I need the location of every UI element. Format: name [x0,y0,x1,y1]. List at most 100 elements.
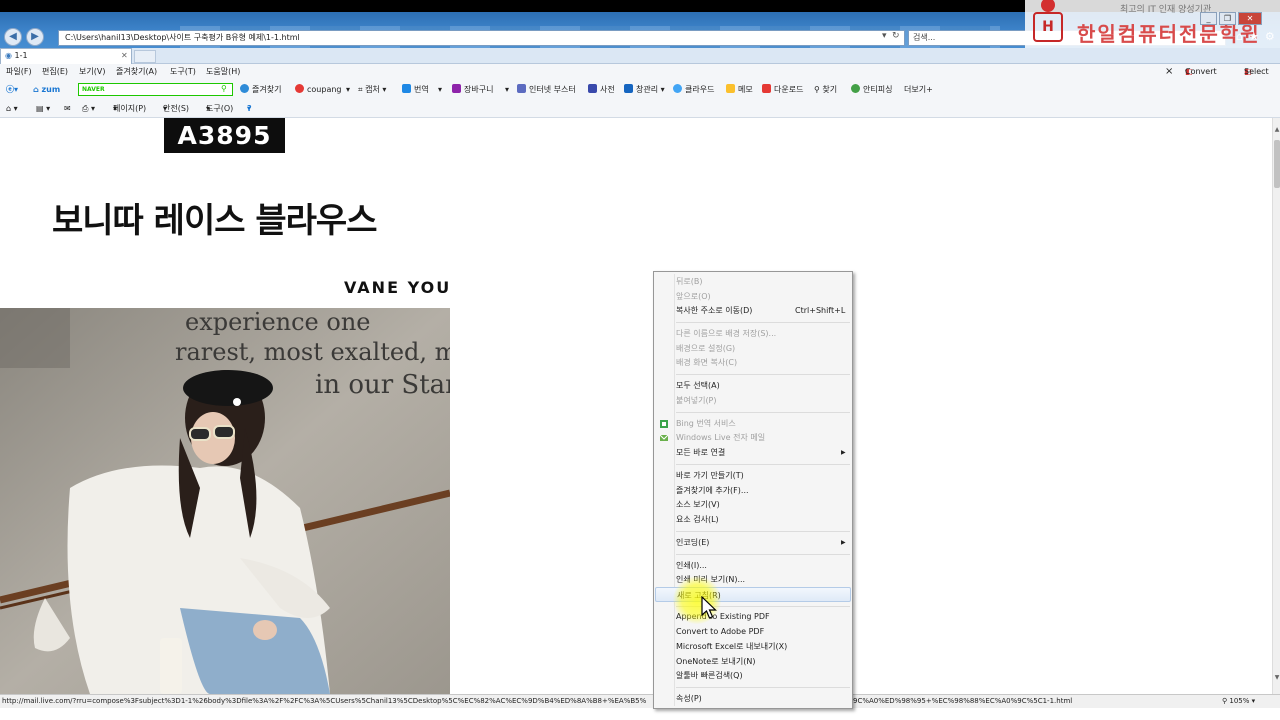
ctx-back[interactable]: 뒤로(B) [655,274,851,289]
feeds-icon[interactable]: ▤ ▾ [36,99,50,118]
fav-label: 메모 [738,85,753,94]
bottom-edge [0,708,1280,720]
ctx-select-all[interactable]: 모두 선택(A) [655,378,851,393]
convert-button[interactable]: ◧ Convert ▾ [1185,64,1217,80]
refresh-icon[interactable]: ↻ [892,31,900,41]
ctx-go-to-copied-address[interactable]: 복사한 주소로 이동(D) Ctrl+Shift+L [655,303,851,318]
ctx-all-accelerators[interactable]: 모든 바로 연결 ▶ [655,445,851,460]
help-icon[interactable]: ? ▾ [247,99,252,118]
close-bar-icon[interactable]: × [1165,64,1173,80]
page-icon: ◉ [5,51,15,60]
back-icon[interactable]: ◀ [4,28,22,46]
menu-help[interactable]: 도움말(H) [206,64,240,80]
menu-favorites[interactable]: 즐겨찾기(A) [116,64,157,80]
ctx-copy-background[interactable]: 배경 화면 복사(C) [655,355,851,370]
tools-menu-label: 도구(O) [206,104,234,113]
submenu-arrow-icon: ▶ [841,539,846,546]
scroll-down-icon[interactable]: ▼ [1273,674,1280,681]
home-icon[interactable]: ⌂ [1236,30,1243,43]
ctx-forward[interactable]: 앞으로(O) [655,289,851,304]
fav-find[interactable]: ⚲ 찾기 [814,80,837,99]
ctx-encoding[interactable]: 인코딩(E) ▶ [655,535,851,550]
ctx-print[interactable]: 인쇄(I)... [655,558,851,573]
fav-dictionary[interactable]: 사전 [588,80,615,99]
convert-label: Convert [1185,67,1217,76]
watermark-subtitle: 최고의 IT 인재 양성기관 [1120,5,1212,15]
fav-download[interactable]: 다운로드 [762,80,803,99]
favorites-star-icon[interactable]: ★ [1249,30,1259,43]
ctx-convert-pdf[interactable]: Convert to Adobe PDF [655,624,851,639]
separator [676,374,850,375]
fav-coupang[interactable]: coupang [295,80,342,99]
tab-active[interactable]: ◉ 1-1 ✕ [0,48,132,64]
minimize-button[interactable]: _ [1200,12,1217,25]
separator [676,412,850,413]
address-dropdown-icon[interactable]: ▾ [882,31,887,41]
dictionary-icon [588,84,597,93]
new-tab-button[interactable] [134,50,156,63]
context-menu: 뒤로(B) 앞으로(O) 복사한 주소로 이동(D) Ctrl+Shift+L 다… [653,271,853,709]
scroll-up-icon[interactable]: ▲ [1273,126,1280,133]
fav-memo[interactable]: 메모 [726,80,753,99]
safety-menu[interactable]: 안전(S) ▾ [163,99,189,118]
menu-edit[interactable]: 편집(E) [42,64,68,80]
forward-icon[interactable]: ▶ [26,28,44,46]
restore-button[interactable]: ❐ [1219,12,1236,25]
ctx-label: 인코딩(E) [676,538,710,547]
dropdown-icon[interactable]: ▾ [505,80,509,99]
fav-label: 캡처 [365,85,380,94]
fav-antiphishing[interactable]: 안티피싱 [851,80,892,99]
menu-tools[interactable]: 도구(T) [170,64,196,80]
fav-label: 장바구니 [464,85,494,94]
close-button[interactable]: ✕ [1238,12,1262,25]
zoom-icon: ⚲ [1222,697,1228,705]
fav-booster[interactable]: 인터넷 부스터 [517,80,576,99]
dropdown-icon[interactable]: ▾ [438,80,442,99]
ctx-send-onenote[interactable]: OneNote로 보내기(N) [655,654,851,669]
ctx-altoolbar-search[interactable]: 알툴바 빠른검색(Q) [655,668,851,683]
safety-menu-label: 안전(S) [163,104,190,113]
ctx-bing-translate[interactable]: Bing 번역 서비스 [655,416,851,431]
vertical-scrollbar[interactable]: ▲ ▼ [1272,118,1280,694]
fav-more[interactable]: 더보기+ [904,80,933,99]
ctx-label: Windows Live 전자 메일 [676,433,766,442]
ctx-save-background[interactable]: 다른 이름으로 배경 저장(S)... [655,326,851,341]
tab-close-icon[interactable]: ✕ [121,49,128,63]
mail-icon[interactable]: ✉ [64,99,71,118]
fav-cloud[interactable]: 클라우드 [673,80,714,99]
fav-capture[interactable]: ⌗ 캡처 ▾ [358,80,386,99]
fav-label: 사전 [600,85,615,94]
fav-favorites[interactable]: 즐겨찾기 [240,80,281,99]
menu-view[interactable]: 보기(V) [79,64,105,80]
cart-icon [452,84,461,93]
ctx-create-shortcut[interactable]: 바로 가기 만들기(T) [655,468,851,483]
print-icon[interactable]: ⎙ ▾ [82,99,95,118]
tab-title: 1-1 [14,51,28,60]
fav-cart[interactable]: 장바구니 [452,80,493,99]
ctx-view-source[interactable]: 소스 보기(V) [655,497,851,512]
ctx-inspect-element[interactable]: 요소 검사(L) [655,512,851,527]
coupang-icon [295,84,304,93]
scroll-thumb[interactable] [1274,140,1280,188]
separator [676,554,850,555]
dropdown-icon[interactable]: ▾ [346,80,350,99]
ctx-properties[interactable]: 속성(P) [655,691,851,706]
tools-menu[interactable]: 도구(O) ▾ [206,99,233,118]
command-bar: ⌂ ▾ ▤ ▾ ✉ ⎙ ▾ 페이지(P) ▾ 안전(S) ▾ 도구(O) ▾ ?… [0,99,1280,118]
zoom-control[interactable]: ⚲ 105% ▾ [1222,695,1255,708]
home-page-icon[interactable]: ⌂ ▾ [6,99,18,118]
wall-text-2: rarest, most exalted, mo [175,338,450,366]
gear-icon[interactable]: ⚙ [1265,30,1275,43]
download-icon [762,84,771,93]
ctx-set-background[interactable]: 배경으로 설정(G) [655,341,851,356]
menu-file[interactable]: 파일(F) [6,64,32,80]
ctx-windows-live-mail[interactable]: Windows Live 전자 메일 [655,430,851,445]
page-menu[interactable]: 페이지(P) ▾ [113,99,146,118]
ctx-export-excel[interactable]: Microsoft Excel로 내보내기(X) [655,639,851,654]
ctx-label: 모든 바로 연결 [676,448,726,457]
ctx-add-to-favorites[interactable]: 즐겨찾기에 추가(F)... [655,483,851,498]
fav-translate[interactable]: 번역 [402,80,429,99]
fav-window-manager[interactable]: 창관리 ▾ [624,80,665,99]
ctx-paste[interactable]: 붙여넣기(P) [655,393,851,408]
address-bar[interactable]: C:\Users\hanil13\Desktop\사이트 구축평가 B유형 예제… [58,30,905,46]
